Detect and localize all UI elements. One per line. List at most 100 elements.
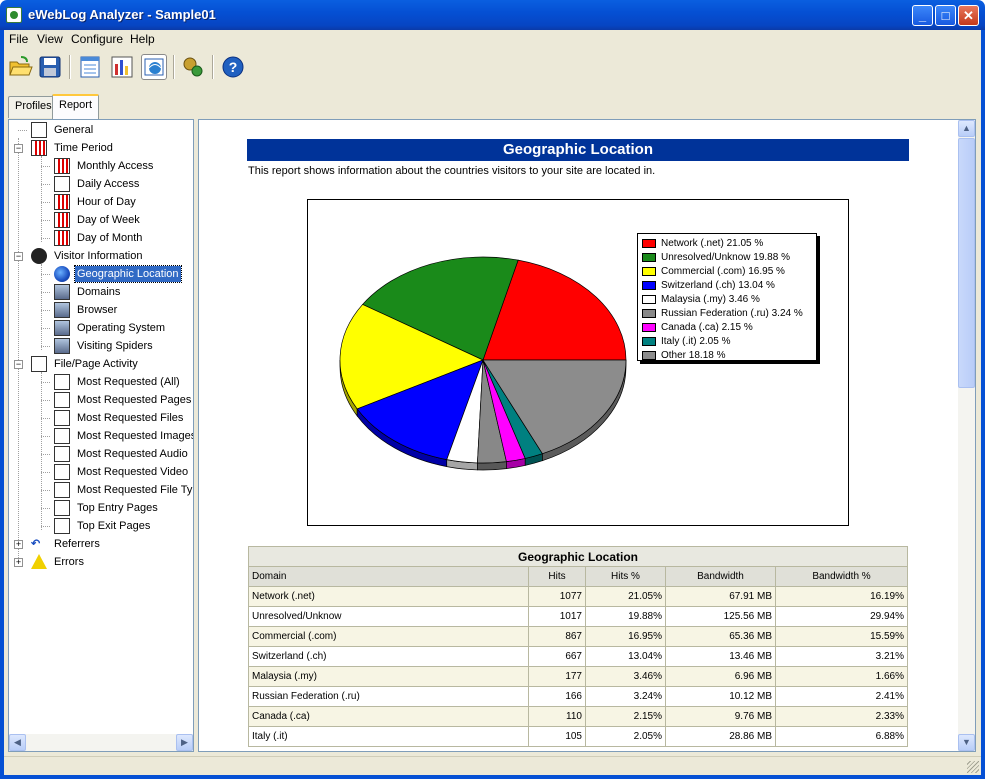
scroll-down-icon[interactable]: ▼	[958, 734, 975, 751]
tree-item-visiting-spiders[interactable]: Visiting Spiders	[54, 338, 155, 356]
expand-referrers-icon[interactable]: +	[14, 540, 23, 549]
tree-item-most-requested-files[interactable]: Most Requested Files	[54, 410, 185, 428]
column-header-hits[interactable]: Hits	[528, 566, 586, 587]
table-cell: Commercial (.com)	[248, 626, 529, 647]
menu-configure[interactable]: Configure	[71, 32, 123, 46]
tab-report[interactable]: Report	[52, 94, 100, 119]
tree-horizontal-scrollbar[interactable]: ◀ ▶	[9, 734, 193, 751]
collapse-visitor-info-icon[interactable]: −	[14, 252, 23, 261]
table-cell: 2.15%	[585, 706, 666, 727]
tree-item-general[interactable]: General	[31, 122, 95, 140]
legend-label: Network (.net) 21.05 %	[661, 238, 764, 249]
bar-chart-icon	[54, 212, 70, 228]
table-cell: Russian Federation (.ru)	[248, 686, 529, 707]
line-chart-icon	[54, 176, 70, 192]
tree-item-errors[interactable]: Errors	[31, 554, 86, 572]
save-button[interactable]	[37, 54, 63, 80]
tree-item-monthly-access[interactable]: Monthly Access	[54, 158, 155, 176]
info-file-icon	[54, 482, 70, 498]
table-cell: 1077	[528, 586, 586, 607]
table-row: Network (.net) 1077 21.05% 67.91 MB 16.19%	[248, 586, 908, 607]
table-caption: Geographic Location	[248, 546, 908, 567]
menu-help[interactable]: Help	[130, 32, 155, 46]
scroll-left-icon[interactable]: ◀	[9, 734, 26, 751]
tree-item-geographic-location[interactable]: Geographic Location	[54, 265, 182, 284]
chart-view-button[interactable]	[109, 54, 135, 80]
legend-swatch	[642, 280, 656, 290]
collapse-file-page-icon[interactable]: −	[14, 360, 23, 369]
help-button[interactable]: ?	[220, 54, 246, 80]
tree-item-day-of-week[interactable]: Day of Week	[54, 212, 142, 230]
svg-text:?: ?	[229, 59, 238, 75]
bar-chart-icon	[54, 194, 70, 210]
tree-item-daily-access[interactable]: Daily Access	[54, 176, 141, 194]
entry-page-icon	[54, 500, 70, 516]
scroll-up-icon[interactable]: ▲	[958, 120, 975, 137]
tree-item-most-requested-images[interactable]: Most Requested Images	[54, 428, 193, 446]
legend-swatch	[642, 294, 656, 304]
resize-grip-icon[interactable]	[967, 761, 979, 773]
legend-swatch	[642, 266, 656, 276]
visitor-icon	[31, 248, 47, 264]
table-row: Italy (.it) 105 2.05% 28.86 MB 6.88%	[248, 726, 908, 747]
table-cell: 2.05%	[585, 726, 666, 747]
scroll-thumb[interactable]	[958, 138, 975, 388]
table-cell: 6.96 MB	[665, 666, 776, 687]
document-icon	[54, 410, 70, 426]
column-header-hits-pct[interactable]: Hits %	[585, 566, 666, 587]
tree-item-day-of-month[interactable]: Day of Month	[54, 230, 144, 248]
close-button[interactable]: ✕	[958, 5, 979, 26]
tree-item-top-exit-pages[interactable]: Top Exit Pages	[54, 518, 152, 536]
table-cell: 10.12 MB	[665, 686, 776, 707]
report-list-button[interactable]	[77, 54, 103, 80]
tree-item-visitor-information[interactable]: Visitor Information	[31, 248, 144, 266]
tree-item-most-requested-video[interactable]: Most Requested Video	[54, 464, 190, 482]
tree-item-operating-system[interactable]: Operating System	[54, 320, 167, 338]
browser-view-button[interactable]	[141, 54, 167, 80]
maximize-button[interactable]: □	[935, 5, 956, 26]
legend-swatch	[642, 350, 656, 360]
table-cell: 667	[528, 646, 586, 667]
legend-label: Switzerland (.ch) 13.04 %	[661, 280, 775, 291]
legend-label: Italy (.it) 2.05 %	[661, 336, 731, 347]
tree-item-time-period[interactable]: Time Period	[31, 140, 115, 158]
process-button[interactable]	[180, 54, 206, 80]
column-header-bandwidth-pct[interactable]: Bandwidth %	[775, 566, 908, 587]
legend-label: Malaysia (.my) 3.46 %	[661, 294, 760, 305]
table-cell: 21.05%	[585, 586, 666, 607]
tree-item-most-requested-all[interactable]: Most Requested (All)	[54, 374, 182, 392]
tree-item-domains[interactable]: Domains	[54, 284, 122, 302]
tree-item-file-page-activity[interactable]: File/Page Activity	[31, 356, 140, 374]
tree-item-most-requested-audio[interactable]: Most Requested Audio	[54, 446, 190, 464]
tree-item-most-requested-file-types[interactable]: Most Requested File Typ	[54, 482, 193, 500]
open-button[interactable]	[7, 54, 33, 80]
expand-errors-icon[interactable]: +	[14, 558, 23, 567]
table-cell: 16.95%	[585, 626, 666, 647]
toolbar: ?	[0, 49, 985, 87]
column-header-bandwidth[interactable]: Bandwidth	[665, 566, 776, 587]
tree-item-hour-of-day[interactable]: Hour of Day	[54, 194, 138, 212]
report-list-icon	[80, 56, 100, 78]
report-vertical-scrollbar[interactable]: ▲ ▼	[958, 120, 975, 751]
tree-item-referrers[interactable]: ↶ Referrers	[31, 536, 102, 554]
image-file-icon	[54, 428, 70, 444]
table-cell: 15.59%	[775, 626, 908, 647]
tree-item-top-entry-pages[interactable]: Top Entry Pages	[54, 500, 160, 518]
menu-view[interactable]: View	[37, 32, 63, 46]
column-header-domain[interactable]: Domain	[248, 566, 529, 587]
legend-item: Canada (.ca) 2.15 %	[642, 322, 753, 336]
report-title: Geographic Location	[247, 139, 909, 161]
table-row: Malaysia (.my) 177 3.46% 6.96 MB 1.66%	[248, 666, 908, 687]
tree-item-most-requested-pages[interactable]: Most Requested Pages	[54, 392, 193, 410]
app-icon	[6, 7, 22, 23]
minimize-button[interactable]: _	[912, 5, 933, 26]
calendar-clock-icon	[31, 140, 47, 156]
menu-file[interactable]: File	[9, 32, 28, 46]
legend-swatch	[642, 238, 656, 248]
collapse-time-period-icon[interactable]: −	[14, 144, 23, 153]
legend-swatch	[642, 322, 656, 332]
legend-item: Network (.net) 21.05 %	[642, 238, 763, 252]
scroll-right-icon[interactable]: ▶	[176, 734, 193, 751]
bar-chart-icon	[54, 158, 70, 174]
tree-item-browser[interactable]: Browser	[54, 302, 119, 320]
